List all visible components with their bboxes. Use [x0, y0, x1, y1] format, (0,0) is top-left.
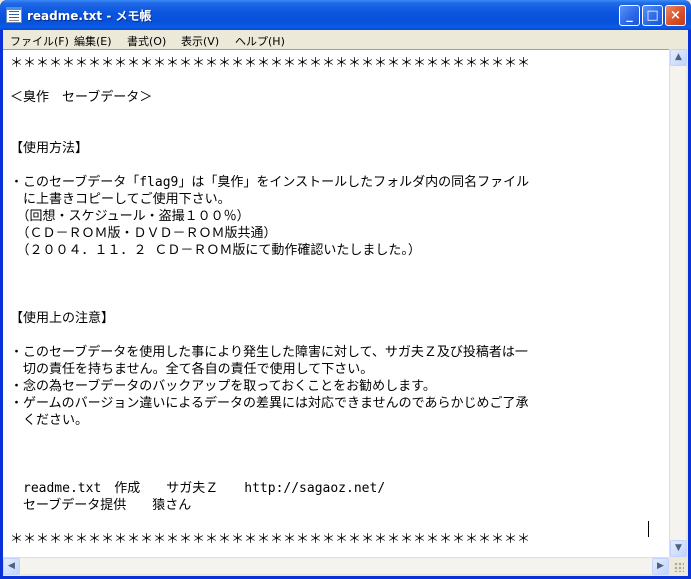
text-line: （２００４．１１．２ ＣＤ－ＲＯＭ版にて動作確認いたしました。）	[10, 243, 421, 258]
text-line: 切の責任を持ちません。全て各自の責任で使用して下さい。	[10, 362, 374, 377]
text-line: （ＣＤ－ＲＯＭ版・ＤＶＤ－ＲＯＭ版共通）	[10, 226, 277, 241]
text-line: readme.txt 作成 サガ夫Ｚ http://sagaoz.net/	[10, 481, 386, 496]
text-line	[10, 123, 530, 140]
minimize-button[interactable]: _	[619, 5, 640, 26]
text-line: 【使用方法】	[10, 141, 89, 156]
menu-edit[interactable]: 編集(E)	[74, 33, 112, 49]
menu-bar: ファイル(F) 編集(E) 書式(O) 表示(V) ヘルプ(H)	[3, 30, 688, 49]
document-text[interactable]: ＊＊＊＊＊＊＊＊＊＊＊＊＊＊＊＊＊＊＊＊＊＊＊＊＊＊＊＊＊＊＊＊＊＊＊＊＊＊＊＊…	[10, 55, 530, 548]
text-line: （回想・スケジュール・盗撮１００％）	[10, 209, 250, 224]
text-line: ください。	[10, 413, 89, 428]
text-line: に上書きコピーしてご使用下さい。	[10, 192, 231, 207]
text-line	[10, 446, 530, 463]
resize-grip-icon[interactable]	[669, 557, 686, 574]
title-bar[interactable]: readme.txt - メモ帳 _ □ ×	[0, 0, 691, 30]
text-line	[10, 72, 530, 89]
text-line	[10, 463, 530, 480]
notepad-icon[interactable]	[6, 7, 22, 23]
text-caret	[648, 521, 649, 537]
text-line	[10, 429, 530, 446]
window-title: readme.txt - メモ帳	[27, 9, 152, 23]
scroll-right-button[interactable]: ▶	[652, 558, 669, 575]
text-line	[10, 106, 530, 123]
horizontal-scrollbar[interactable]: ◀ ▶	[3, 557, 669, 575]
text-line: ＊＊＊＊＊＊＊＊＊＊＊＊＊＊＊＊＊＊＊＊＊＊＊＊＊＊＊＊＊＊＊＊＊＊＊＊＊＊＊＊	[10, 56, 531, 71]
menu-file[interactable]: ファイル(F)	[10, 33, 69, 49]
text-line: ＊＊＊＊＊＊＊＊＊＊＊＊＊＊＊＊＊＊＊＊＊＊＊＊＊＊＊＊＊＊＊＊＊＊＊＊＊＊＊＊	[10, 532, 531, 547]
scroll-down-button[interactable]: ▼	[670, 540, 687, 557]
menu-view[interactable]: 表示(V)	[181, 33, 219, 49]
text-line: ・ゲームのバージョン違いによるデータの差異には対応できませんのであらかじめご了承	[10, 396, 529, 411]
menu-format[interactable]: 書式(O)	[127, 33, 166, 49]
notepad-window: readme.txt - メモ帳 _ □ × ファイル(F) 編集(E) 書式(…	[0, 0, 691, 579]
scroll-up-button[interactable]: ▲	[670, 49, 687, 66]
text-line: ・このセーブデータ「flag9」は「臭作」をインストールしたフォルダ内の同名ファ…	[10, 175, 530, 190]
text-line	[10, 259, 530, 276]
close-button[interactable]: ×	[665, 5, 686, 26]
text-line	[10, 157, 530, 174]
text-line	[10, 276, 530, 293]
text-area[interactable]: ＊＊＊＊＊＊＊＊＊＊＊＊＊＊＊＊＊＊＊＊＊＊＊＊＊＊＊＊＊＊＊＊＊＊＊＊＊＊＊＊…	[3, 49, 669, 557]
text-line: ＜臭作 セーブデータ＞	[10, 90, 153, 105]
menu-help[interactable]: ヘルプ(H)	[235, 33, 285, 49]
vertical-scrollbar[interactable]: ▲ ▼	[669, 49, 687, 557]
scroll-left-button[interactable]: ◀	[3, 558, 20, 575]
text-line: 【使用上の注意】	[10, 311, 115, 326]
text-line: ・念の為セーブデータのバックアップを取っておくことをお勧めします。	[10, 379, 436, 394]
text-line	[10, 514, 530, 531]
text-line	[10, 327, 530, 344]
text-line	[10, 293, 530, 310]
editor-area: ＊＊＊＊＊＊＊＊＊＊＊＊＊＊＊＊＊＊＊＊＊＊＊＊＊＊＊＊＊＊＊＊＊＊＊＊＊＊＊＊…	[3, 49, 688, 576]
maximize-button[interactable]: □	[642, 5, 663, 26]
text-line: セーブデータ提供 猿さん	[10, 498, 192, 513]
text-line: ・このセーブデータを使用した事により発生した障害に対して、サガ夫Ｚ及び投稿者は一	[10, 345, 528, 360]
